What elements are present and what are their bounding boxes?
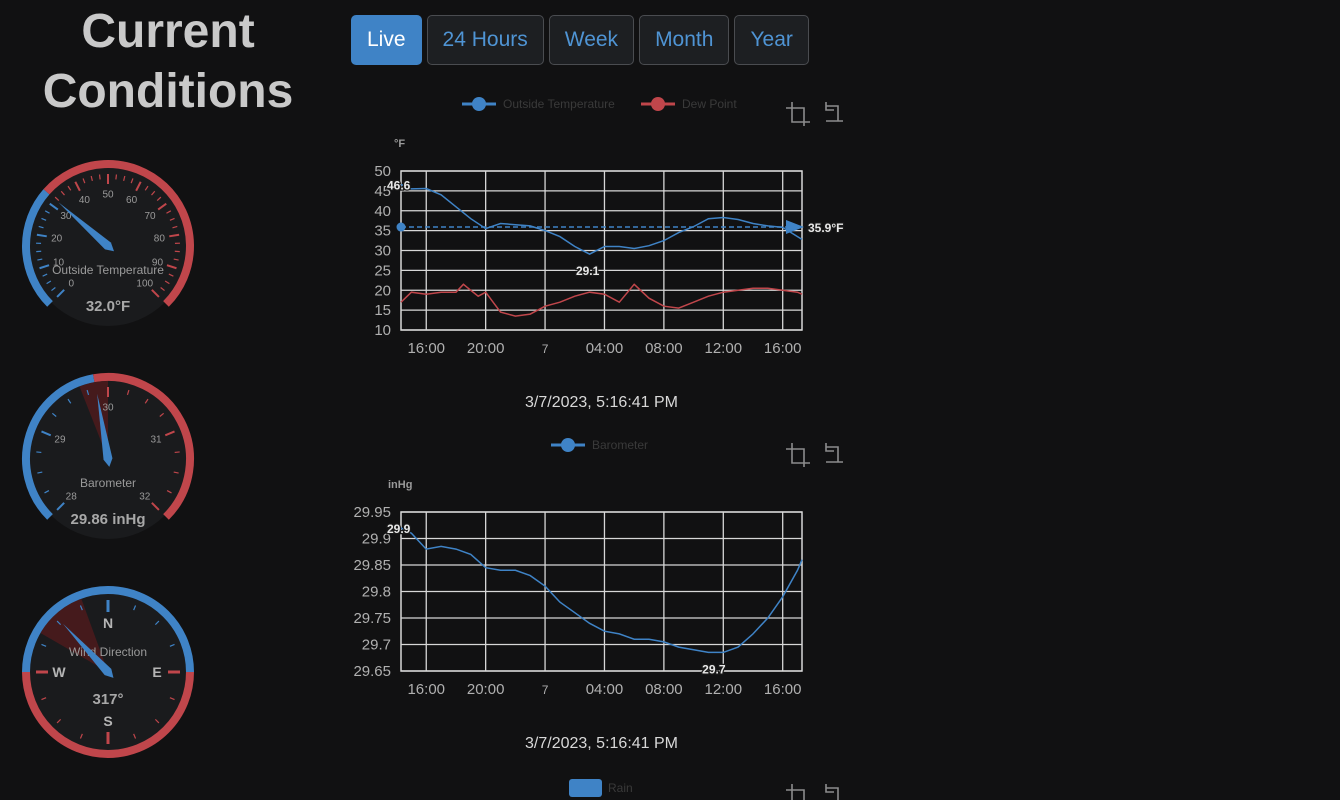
x-tick-label: 20:00 — [467, 681, 505, 698]
x-tick-label: 16:00 — [764, 681, 802, 698]
legend-label: Barometer — [592, 438, 648, 452]
gauge-tick-label: 100 — [136, 278, 153, 289]
rain-chart: Rain — [569, 779, 843, 800]
max-label: 29.9 — [387, 522, 411, 536]
y-tick-label: 29.95 — [353, 504, 391, 521]
tab-week[interactable]: Week — [548, 15, 635, 65]
x-tick-label: 04:00 — [586, 681, 624, 698]
barometer-gauge: 28 29 30 31 32 Barometer 29.86 inHg — [22, 373, 194, 539]
gauge-tick-label: 20 — [51, 233, 63, 244]
min-label: 29.1 — [576, 264, 600, 278]
y-tick-label: 10 — [374, 322, 391, 339]
y-tick-label: 20 — [374, 282, 391, 299]
gauge-label: Barometer — [80, 476, 136, 490]
x-tick-label: 16:00 — [407, 340, 445, 357]
y-tick-label: 29.85 — [353, 557, 391, 574]
unit-label: °F — [394, 138, 405, 150]
x-tick-label: 12:00 — [705, 681, 743, 698]
tab-year[interactable]: Year — [734, 15, 809, 65]
y-tick-label: 29.65 — [353, 663, 391, 680]
min-label: 29.7 — [702, 662, 726, 676]
y-tick-label: 30 — [374, 243, 391, 260]
gauge-tick-label: 30 — [102, 403, 114, 414]
series-line — [400, 283, 803, 317]
legend-marker — [569, 779, 602, 797]
gauge-tick-label: 80 — [154, 233, 166, 244]
series-line — [400, 183, 803, 255]
unit-label: inHg — [388, 479, 412, 491]
compass-cardinal: E — [152, 664, 161, 680]
zoom-box-icon[interactable] — [786, 784, 810, 800]
zoom-box-icon[interactable] — [786, 443, 810, 467]
restore-icon[interactable] — [825, 784, 843, 800]
legend-label: Outside Temperature — [503, 97, 615, 111]
gauge-tick-label: 28 — [66, 491, 78, 502]
chart-legend: Barometer — [551, 438, 648, 452]
legend-label: Rain — [608, 781, 633, 795]
x-tick-label: 08:00 — [645, 681, 683, 698]
y-tick-label: 35 — [374, 223, 391, 240]
gauge-value: 29.86 inHg — [70, 511, 145, 528]
timestamp: 3/7/2023, 5:16:41 PM — [525, 394, 678, 411]
legend-dew-point[interactable]: Dew Point — [641, 97, 737, 111]
gauge-tick — [115, 174, 118, 180]
time-range-tabs: Live 24 Hours Week Month Year — [351, 15, 814, 65]
gauge-tick-label: 32 — [139, 491, 151, 502]
legend-marker — [651, 97, 665, 111]
outside-temperature-gauge: 0102030405060708090100 Outside Temperatu… — [22, 160, 194, 326]
gauge-tick-label: 0 — [68, 278, 74, 289]
y-tick-label: 29.8 — [362, 584, 391, 601]
current-value-label: 35.9°F — [808, 221, 843, 235]
compass-cardinal: N — [103, 615, 113, 631]
series-line — [400, 527, 803, 654]
x-tick-label: 12:00 — [705, 340, 743, 357]
gauge-tick-label: 60 — [126, 195, 138, 206]
gauge-tick-label: 29 — [54, 435, 66, 446]
legend-barometer[interactable]: Barometer — [551, 438, 648, 452]
chart-legend: Outside Temperature Dew Point — [462, 97, 737, 111]
compass-cardinal: W — [52, 664, 66, 680]
timestamp: 3/7/2023, 5:16:41 PM — [525, 735, 678, 752]
y-tick-label: 29.7 — [362, 637, 391, 654]
gauge-tick — [98, 174, 101, 180]
compass-cardinal: S — [103, 713, 112, 729]
zoom-box-icon[interactable] — [786, 102, 810, 126]
page-title: Current Conditions — [42, 5, 294, 118]
x-tick-label: 7 — [542, 683, 549, 697]
current-value-marker — [396, 222, 406, 232]
x-tick-label: 08:00 — [645, 340, 683, 357]
x-tick-label: 16:00 — [764, 340, 802, 357]
x-tick-label: 16:00 — [407, 681, 445, 698]
max-label: 46.6 — [387, 179, 411, 193]
gauge-label: Wind Direction — [69, 645, 147, 659]
gauge-value: 317° — [92, 691, 123, 708]
gauge-tick-label: 70 — [145, 211, 157, 222]
x-tick-label: 20:00 — [467, 340, 505, 357]
y-tick-label: 29.75 — [353, 610, 391, 627]
restore-icon[interactable] — [825, 102, 843, 122]
restore-icon[interactable] — [825, 443, 843, 463]
x-tick-label: 04:00 — [586, 340, 624, 357]
legend-marker — [472, 97, 486, 111]
gauge-tick-label: 31 — [150, 435, 162, 446]
tab-live[interactable]: Live — [351, 15, 422, 65]
y-tick-label: 40 — [374, 203, 391, 220]
tab-24-hours[interactable]: 24 Hours — [426, 15, 544, 65]
tab-month[interactable]: Month — [639, 15, 730, 65]
legend-rain[interactable]: Rain — [569, 779, 633, 797]
gauge-value: 32.0°F — [86, 298, 130, 315]
gauge-label: Outside Temperature — [52, 263, 164, 277]
x-tick-label: 7 — [542, 342, 549, 356]
y-tick-label: 25 — [374, 262, 391, 279]
y-tick-label: 50 — [374, 163, 391, 180]
gauge-tick-label: 40 — [79, 195, 91, 206]
y-tick-label: 15 — [374, 302, 391, 319]
barometer-chart: Barometer inHg 29.65 29.7 29.75 29.8 29.85 29… — [353, 438, 843, 698]
gauge-tick-label: 50 — [102, 190, 114, 201]
legend-label: Dew Point — [682, 97, 737, 111]
legend-outside-temperature[interactable]: Outside Temperature — [462, 97, 615, 111]
wind-direction-gauge: N E S W Wind Direction 317° — [22, 586, 194, 758]
legend-marker — [561, 438, 575, 452]
temperature-chart: Outside Temperature Dew Point °F 10 15 20 2… — [374, 97, 845, 357]
